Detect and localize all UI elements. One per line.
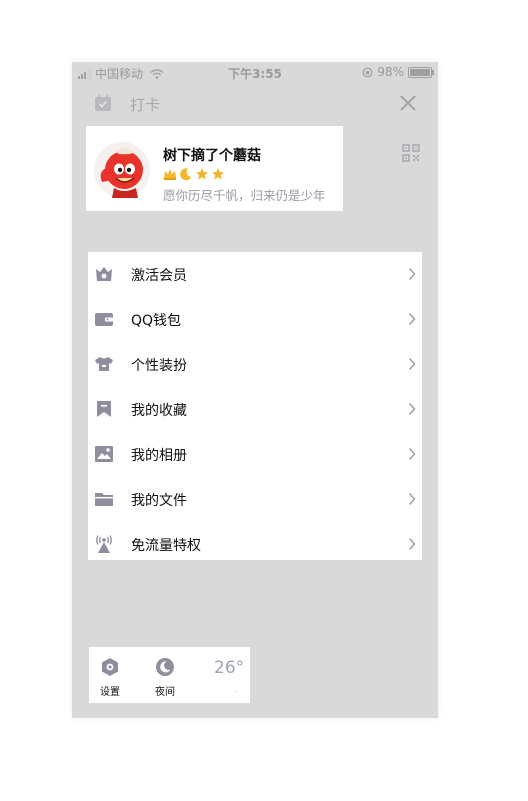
- chevron-right-icon: [408, 493, 416, 505]
- qr-code-icon[interactable]: [402, 144, 420, 162]
- bookmark-icon: [97, 401, 111, 417]
- chevron-right-icon: [408, 448, 416, 460]
- status-bar: 中国移动 下午3:55 98%: [72, 62, 438, 84]
- wallet-icon: [95, 313, 113, 326]
- battery-fill: [410, 68, 430, 76]
- status-right: 98%: [362, 65, 434, 79]
- night-label: 夜间: [155, 687, 175, 698]
- gear-icon: [102, 658, 118, 676]
- signature: 愿你历尽千帆，归来仍是少年: [163, 188, 326, 203]
- menu-item-label: 免流量特权: [131, 538, 201, 554]
- weather-indicator: [236, 691, 237, 692]
- photo-icon: [95, 446, 113, 462]
- battery-icon: [408, 66, 434, 78]
- settings-label: 设置: [100, 687, 120, 698]
- profile-card[interactable]: 树下摘了个蘑菇 愿你历尽千帆，归来仍是少年: [86, 126, 343, 211]
- settings-button[interactable]: 设置: [93, 657, 127, 701]
- menu-item-label: 我的收藏: [131, 403, 187, 419]
- weather-temperature[interactable]: 26°: [214, 658, 244, 678]
- menu-item-label: 我的文件: [131, 493, 187, 509]
- bottom-bar: 设置 夜间 26°: [89, 647, 250, 703]
- menu-item-label: 我的相册: [131, 448, 187, 464]
- orientation-lock-icon: [362, 67, 373, 77]
- moon-icon: [180, 168, 192, 181]
- star-icon: [196, 168, 208, 180]
- menu-item-label: QQ钱包: [131, 313, 182, 329]
- night-mode-icon: [156, 658, 174, 676]
- calendar-icon[interactable]: [94, 94, 112, 112]
- phone-screen: 中国移动 下午3:55 98% 打卡 树下摘了个蘑菇 愿你历尽千帆，归来仍是少年…: [72, 62, 438, 718]
- menu-item-favorites[interactable]: 我的收藏: [88, 387, 422, 432]
- avatar[interactable]: [94, 142, 150, 198]
- chevron-right-icon: [408, 358, 416, 370]
- menu-item-label: 个性装扮: [131, 358, 187, 374]
- checkin-label[interactable]: 打卡: [130, 94, 160, 115]
- menu-item-files[interactable]: 我的文件: [88, 477, 422, 522]
- menu-item-activate-membership[interactable]: 激活会员: [88, 252, 422, 297]
- night-mode-button[interactable]: 夜间: [148, 657, 182, 701]
- antenna-icon: [96, 535, 112, 553]
- menu-item-qq-wallet[interactable]: QQ钱包: [88, 297, 422, 342]
- chevron-right-icon: [408, 403, 416, 415]
- chevron-right-icon: [408, 313, 416, 325]
- menu-item-label: 激活会员: [131, 268, 187, 284]
- menu-item-free-data[interactable]: 免流量特权: [88, 522, 422, 567]
- member-icon: [96, 267, 112, 281]
- menu-item-album[interactable]: 我的相册: [88, 432, 422, 477]
- battery-percent: 98%: [377, 65, 404, 79]
- star-icon: [212, 168, 224, 180]
- top-bar: 打卡: [72, 90, 438, 120]
- level-badges: [163, 167, 225, 181]
- crown-icon: [164, 169, 176, 180]
- chevron-right-icon: [408, 538, 416, 550]
- menu-item-personalization[interactable]: 个性装扮: [88, 342, 422, 387]
- shirt-icon: [95, 357, 113, 371]
- menu-list: 激活会员 QQ钱包 个性装扮 我的收藏 我的相册 我的文件 免流量特权: [88, 252, 422, 560]
- chevron-right-icon: [408, 268, 416, 280]
- folder-icon: [95, 493, 113, 506]
- close-icon[interactable]: [398, 93, 418, 113]
- nickname: 树下摘了个蘑菇: [163, 148, 261, 164]
